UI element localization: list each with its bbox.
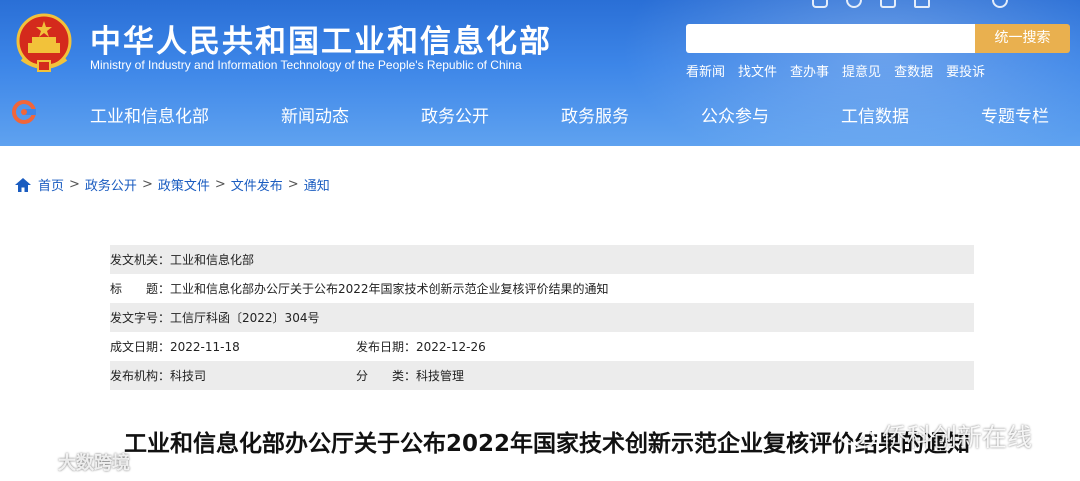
ministry-name-cn: 中华人民共和国工业和信息化部 — [90, 24, 552, 60]
meta-label-published: 发布日期： — [356, 340, 417, 354]
meta-created: 成文日期： 2022-11-18 — [110, 338, 240, 355]
meta-org: 发布机构： 科技司 — [110, 367, 206, 384]
nav-item-topics[interactable]: 专题专栏 — [981, 102, 1049, 127]
meta-label-created: 成文日期： — [110, 340, 171, 354]
nav-item-public-participation[interactable]: 公众参与 — [701, 102, 769, 127]
breadcrumb-notice[interactable]: 通知 — [304, 175, 330, 194]
home-icon[interactable] — [15, 177, 31, 192]
watermark-left: 大数跨境 — [10, 449, 130, 475]
breadcrumb-separator: > — [287, 177, 299, 192]
watermark-left-text: 大数跨境 — [58, 453, 130, 474]
watermark-right: 侨科创新在线 — [838, 418, 1032, 454]
meta-row-docno: 发文字号： 工信厅科函〔2022〕304号 — [110, 303, 974, 332]
meta-value-published: 2022-12-26 — [416, 339, 486, 354]
nav-item-gov-services[interactable]: 政务服务 — [561, 102, 629, 127]
nav-item-gov-affairs[interactable]: 政务公开 — [421, 102, 489, 127]
meta-value-title: 工业和信息化部办公厅关于公布2022年国家技术创新示范企业复核评价结果的通知 — [170, 282, 609, 296]
quick-link-feedback[interactable]: 提意见 — [842, 61, 881, 80]
quick-link-services[interactable]: 查办事 — [790, 61, 829, 80]
ministry-name-en: Ministry of Industry and Information Tec… — [90, 58, 522, 72]
meta-row-issuer: 发文机关： 工业和信息化部 — [110, 245, 974, 274]
quick-link-complaint[interactable]: 要投诉 — [946, 61, 985, 80]
search-input[interactable] — [686, 24, 976, 53]
breadcrumb-doc-release[interactable]: 文件发布 — [231, 175, 283, 194]
mobile-icon[interactable] — [880, 0, 896, 8]
meta-row-dates: 成文日期： 2022-11-18 发布日期： 2022-12-26 — [110, 332, 974, 361]
meta-label-issuer: 发文机关： — [110, 253, 171, 267]
meta-value-created: 2022-11-18 — [170, 339, 240, 354]
top-utility-icons — [812, 0, 1080, 8]
meta-row-title: 标 题： 工业和信息化部办公厅关于公布2022年国家技术创新示范企业复核评价结果… — [110, 274, 974, 303]
breadcrumb-separator: > — [69, 177, 80, 192]
breadcrumb-separator: > — [214, 177, 226, 192]
nav-item-data[interactable]: 工信数据 — [841, 102, 909, 127]
national-emblem-icon — [16, 13, 72, 72]
globe-icon[interactable] — [992, 0, 1008, 8]
meta-value-category: 科技管理 — [416, 369, 465, 383]
meta-value-issuer: 工业和信息化部 — [170, 253, 255, 267]
meta-value-docno: 工信厅科函〔2022〕304号 — [170, 311, 320, 325]
breadcrumb-separator: > — [141, 177, 153, 192]
quick-link-files[interactable]: 找文件 — [738, 61, 777, 80]
breadcrumb-gov-affairs[interactable]: 政务公开 — [85, 175, 137, 194]
quick-link-data[interactable]: 查数据 — [894, 61, 933, 80]
breadcrumb-home[interactable]: 首页 — [38, 175, 64, 194]
watermark-right-text: 侨科创新在线 — [882, 423, 1033, 452]
nav-item-ministry[interactable]: 工业和信息化部 — [90, 102, 209, 127]
meta-label-docno: 发文字号： — [110, 311, 171, 325]
meta-published: 发布日期： 2022-12-26 — [356, 338, 486, 355]
quick-link-news[interactable]: 看新闻 — [686, 61, 725, 80]
search-button[interactable]: 统一搜索 — [975, 24, 1070, 53]
wechat-icon — [838, 422, 876, 449]
meta-label-org: 发布机构： — [110, 369, 171, 383]
main-nav: 工业和信息化部 新闻动态 政务公开 政务服务 公众参与 工信数据 专题专栏 — [0, 94, 1080, 134]
weibo-icon[interactable] — [846, 0, 862, 8]
breadcrumb: 首页 > 政务公开 > 政策文件 > 文件发布 > 通知 — [15, 175, 330, 194]
meta-category: 分 类： 科技管理 — [356, 367, 464, 384]
document-meta-table: 发文机关： 工业和信息化部 标 题： 工业和信息化部办公厅关于公布2022年国家… — [110, 245, 974, 390]
ministry-logo-icon[interactable] — [12, 100, 36, 124]
nav-item-news[interactable]: 新闻动态 — [281, 102, 349, 127]
watermark-logo-icon — [12, 451, 52, 471]
site-header: 中华人民共和国工业和信息化部 Ministry of Industry and … — [0, 0, 1080, 146]
mail-icon[interactable] — [914, 0, 930, 8]
meta-label-title: 标 题： — [110, 282, 171, 296]
meta-label-category: 分 类： — [356, 369, 417, 383]
accessibility-icon[interactable] — [812, 0, 828, 8]
meta-value-org: 科技司 — [170, 369, 207, 383]
quick-links: 看新闻 找文件 查办事 提意见 查数据 要投诉 — [686, 61, 985, 80]
breadcrumb-policy-docs[interactable]: 政策文件 — [158, 175, 210, 194]
meta-row-org: 发布机构： 科技司 分 类： 科技管理 — [110, 361, 974, 390]
